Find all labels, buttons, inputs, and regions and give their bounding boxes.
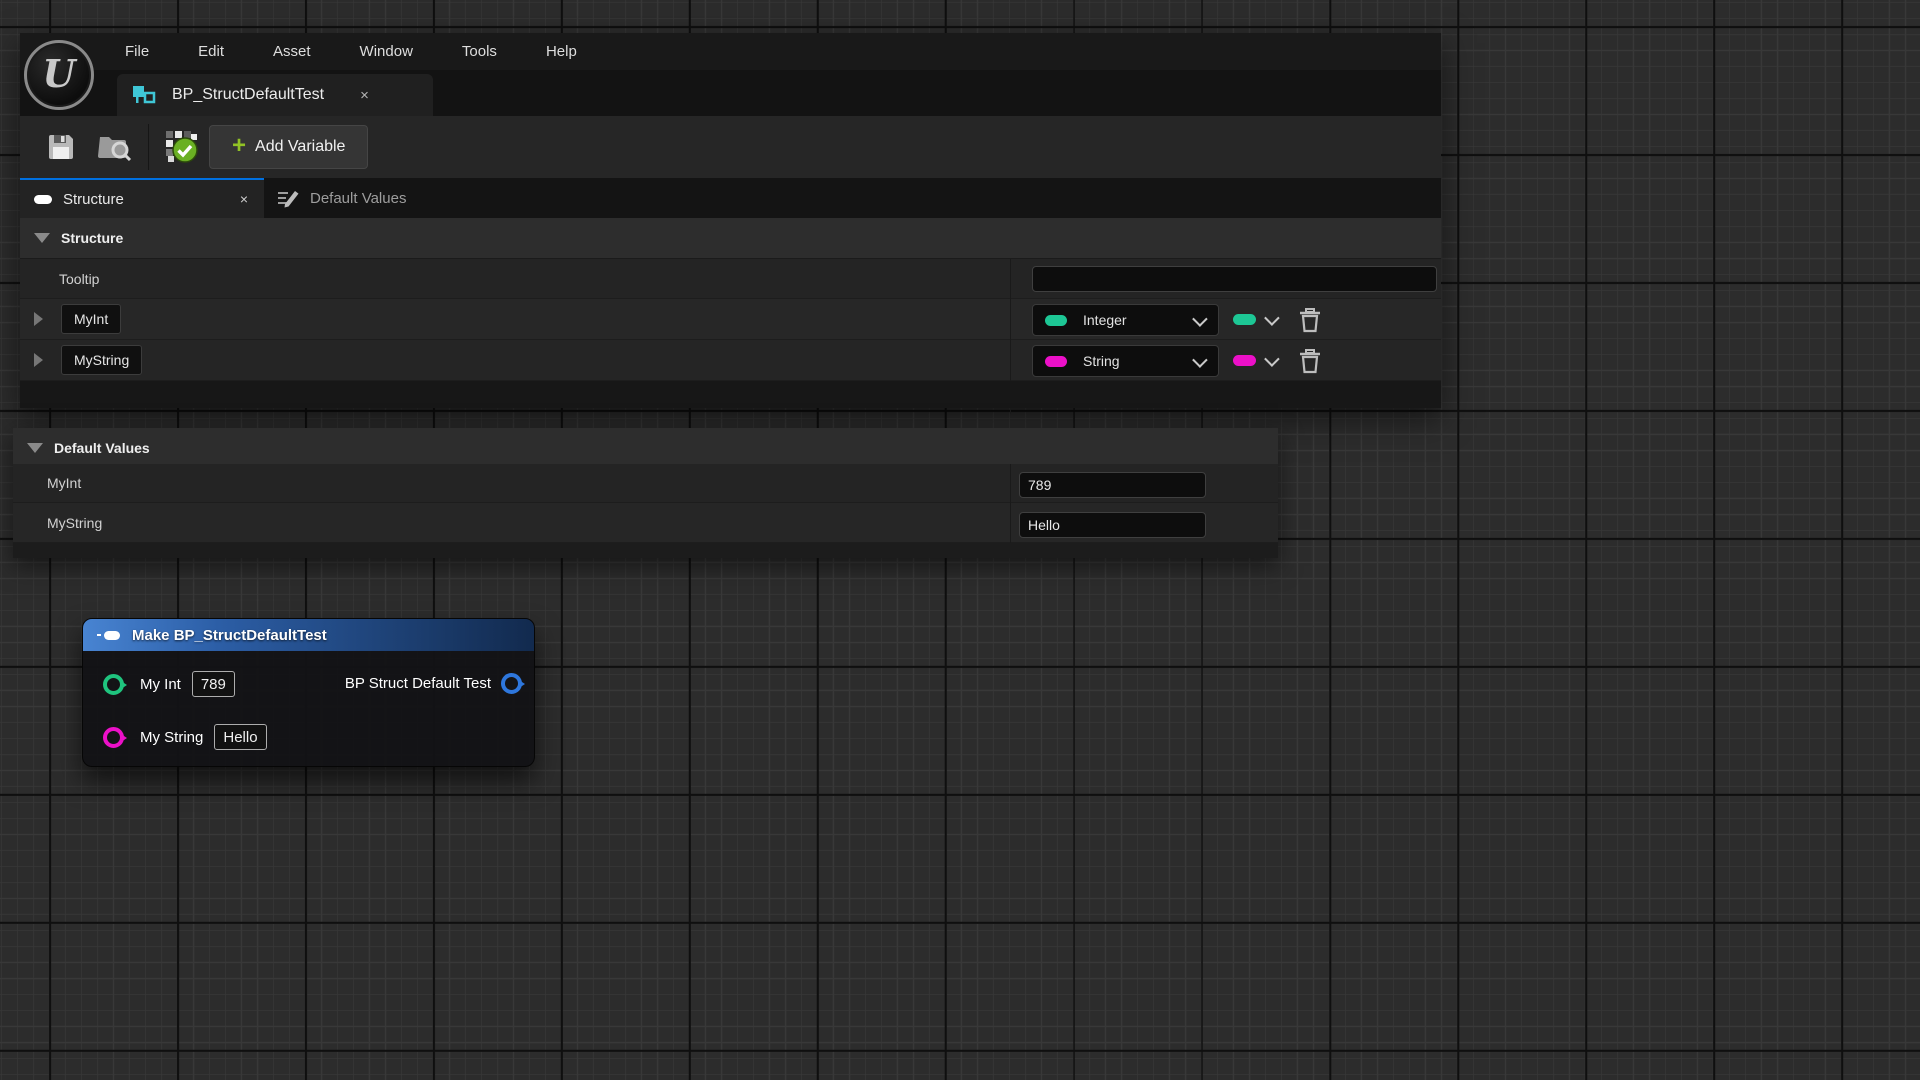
integer-input-pin[interactable]	[103, 674, 124, 695]
compile-status-icon	[164, 129, 200, 165]
delete-field-myint-button[interactable]	[1298, 307, 1322, 333]
field-row-mystring: MyString	[20, 340, 1441, 381]
collapse-arrow-icon	[27, 443, 43, 453]
expander-arrow-icon[interactable]	[34, 353, 43, 367]
collapse-arrow-icon	[34, 233, 50, 243]
structure-section-header[interactable]: Structure	[20, 218, 1441, 259]
add-variable-label: Add Variable	[255, 138, 345, 156]
menu-asset[interactable]: Asset	[267, 41, 317, 62]
unreal-editor-screen: File Edit Asset Window Tools Help U BP_	[0, 0, 1920, 1080]
make-struct-node[interactable]: Make BP_StructDefaultTest My Int 789 BP …	[82, 618, 535, 767]
menu-window[interactable]: Window	[354, 41, 419, 62]
document-tab-bar: BP_StructDefaultTest ×	[20, 70, 1441, 116]
document-tab-title: BP_StructDefaultTest	[172, 86, 324, 104]
pin-row-my-string: My String Hello	[103, 724, 267, 750]
toolbar: + Add Variable	[20, 116, 1441, 178]
tab-default-values[interactable]: Default Values	[264, 178, 406, 218]
panel-footer-strip	[20, 381, 1441, 408]
structure-section-label: Structure	[61, 230, 123, 246]
compile-button[interactable]	[163, 128, 201, 166]
expander-arrow-icon[interactable]	[34, 312, 43, 326]
type-label: String	[1083, 353, 1120, 369]
pin-label: My Int	[140, 676, 181, 693]
struct-editor-window: File Edit Asset Window Tools Help U BP_	[20, 33, 1441, 408]
make-struct-icon	[97, 631, 120, 640]
plus-icon: +	[232, 134, 246, 158]
struct-pill-icon	[34, 195, 52, 204]
save-button[interactable]	[42, 128, 80, 166]
browse-asset-button[interactable]	[96, 128, 134, 166]
single-value-pill-icon	[1233, 314, 1256, 325]
container-type-selector-mystring[interactable]	[1233, 355, 1276, 366]
default-values-panel: Default Values MyInt MyString	[13, 428, 1278, 558]
output-pin-label: BP Struct Default Test	[345, 675, 491, 692]
single-value-pill-icon	[1233, 355, 1256, 366]
type-dropdown-mystring[interactable]: String	[1032, 345, 1219, 377]
pin-default-value-box[interactable]: 789	[192, 671, 235, 697]
pin-label: My String	[140, 729, 203, 746]
trash-icon	[1298, 307, 1322, 333]
type-label: Integer	[1083, 312, 1127, 328]
save-icon	[46, 132, 76, 162]
default-values-section-header[interactable]: Default Values	[13, 428, 1278, 469]
field-name-pill[interactable]: MyString	[61, 345, 142, 375]
menu-help[interactable]: Help	[540, 41, 583, 62]
string-type-pill-icon	[1045, 356, 1067, 367]
menu-file[interactable]: File	[119, 41, 155, 62]
add-variable-button[interactable]: + Add Variable	[209, 125, 368, 169]
default-mystring-input[interactable]	[1019, 512, 1206, 538]
default-values-section-label: Default Values	[54, 440, 150, 456]
column-splitter[interactable]	[1010, 464, 1011, 543]
structure-tab-close-icon[interactable]: ×	[240, 191, 248, 207]
output-row: BP Struct Default Test	[345, 673, 522, 694]
tooltip-label: Tooltip	[59, 271, 99, 287]
chevron-down-icon	[1192, 352, 1208, 368]
unreal-logo-icon: U	[24, 40, 94, 110]
edit-defaults-pencil-icon	[276, 187, 300, 209]
find-in-content-browser-icon	[98, 132, 132, 162]
tab-structure[interactable]: Structure ×	[20, 178, 264, 218]
toolbar-separator	[148, 124, 149, 170]
trash-icon	[1298, 348, 1322, 374]
field-row-myint: MyInt	[20, 299, 1441, 340]
default-values-tab-label: Default Values	[310, 190, 406, 207]
document-tab-close-icon[interactable]: ×	[360, 87, 369, 104]
type-dropdown-myint[interactable]: Integer	[1032, 304, 1219, 336]
menu-bar: File Edit Asset Window Tools Help	[20, 33, 1441, 70]
pin-default-value-box[interactable]: Hello	[214, 724, 266, 750]
tooltip-input[interactable]	[1032, 266, 1437, 292]
tab-bp-structdefaulttest[interactable]: BP_StructDefaultTest ×	[117, 74, 433, 116]
field-name-pill[interactable]: MyInt	[61, 304, 121, 334]
chevron-down-icon	[1192, 311, 1208, 327]
node-title: Make BP_StructDefaultTest	[132, 627, 327, 644]
panel-footer-strip	[13, 543, 1278, 558]
default-mystring-label: MyString	[47, 515, 102, 531]
integer-type-pill-icon	[1045, 315, 1067, 326]
container-type-selector-myint[interactable]	[1233, 314, 1276, 325]
node-header[interactable]: Make BP_StructDefaultTest	[83, 619, 534, 651]
menu-edit[interactable]: Edit	[192, 41, 230, 62]
delete-field-mystring-button[interactable]	[1298, 348, 1322, 374]
string-input-pin[interactable]	[103, 727, 124, 748]
structure-tab-label: Structure	[63, 191, 124, 208]
default-myint-input[interactable]	[1019, 472, 1206, 498]
struct-asset-icon	[132, 84, 156, 106]
struct-output-pin[interactable]	[501, 673, 522, 694]
default-myint-label: MyInt	[47, 475, 81, 491]
pin-row-my-int: My Int 789	[103, 671, 235, 697]
menu-tools[interactable]: Tools	[456, 41, 503, 62]
detail-tab-strip: Structure × Default Values	[20, 178, 1441, 218]
